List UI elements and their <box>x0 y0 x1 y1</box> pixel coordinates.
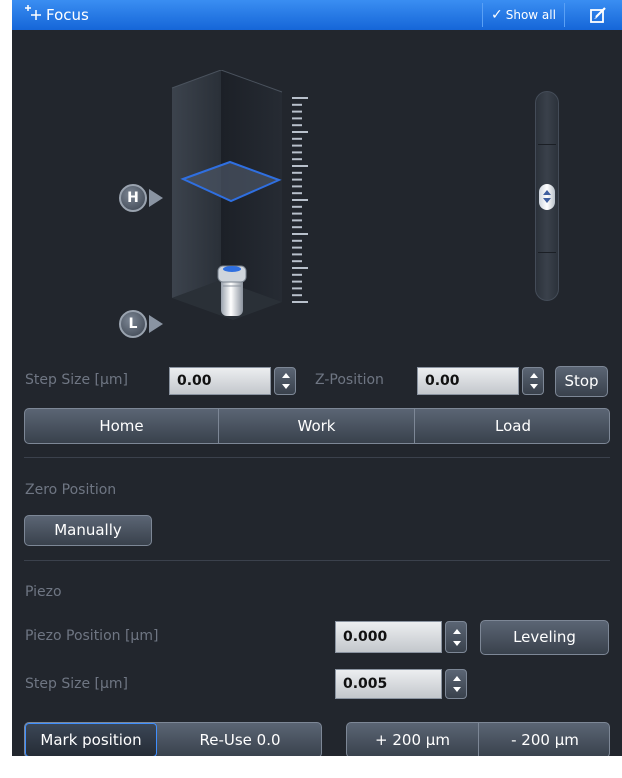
home-button[interactable]: Home <box>25 409 219 443</box>
piezo-step-size-label: Step Size [µm] <box>25 676 128 692</box>
z-position-stepper[interactable] <box>522 367 544 395</box>
checkmark-icon: ✓ <box>491 7 503 23</box>
step-move-group: + 200 µm - 200 µm <box>346 722 610 756</box>
zero-position-heading: Zero Position <box>25 482 117 498</box>
piezo-step-size-field[interactable]: 0.005 <box>335 669 442 699</box>
plus-200-button[interactable]: + 200 µm <box>347 723 479 756</box>
divider <box>24 457 610 458</box>
mark-reuse-group: Mark position Re-Use 0.0 <box>24 722 322 756</box>
piezo-position-stepper[interactable] <box>445 621 467 653</box>
z-position-field[interactable]: 0.00 <box>417 367 519 395</box>
step-size-stepper[interactable] <box>274 367 296 395</box>
focus-scale <box>292 97 308 303</box>
slider-track-divider <box>538 252 556 253</box>
crosshair-plus-icon <box>23 3 43 27</box>
step-size-label: Step Size [µm] <box>25 372 128 388</box>
piezo-position-field[interactable]: 0.000 <box>335 621 442 653</box>
drag-handle-icon[interactable] <box>539 184 555 210</box>
minus-200-button[interactable]: - 200 µm <box>479 723 609 756</box>
focus-panel: Focus ✓ Show all H L Step Size [µm] 0.00… <box>12 0 622 756</box>
objective-icon <box>217 265 247 316</box>
stop-button[interactable]: Stop <box>555 366 608 397</box>
piezo-position-label: Piezo Position [µm] <box>25 628 159 644</box>
z-position-label: Z-Position <box>315 372 384 388</box>
low-marker[interactable]: L <box>119 310 147 338</box>
leveling-button[interactable]: Leveling <box>480 620 609 655</box>
step-size-field[interactable]: 0.00 <box>169 367 271 395</box>
reuse-button[interactable]: Re-Use 0.0 <box>157 723 321 756</box>
stage-slider[interactable] <box>535 91 559 301</box>
show-all-toggle[interactable]: ✓ Show all <box>482 3 565 27</box>
show-all-label: Show all <box>505 8 556 22</box>
piezo-step-size-stepper[interactable] <box>445 669 467 699</box>
position-segmented-control: Home Work Load <box>24 408 610 444</box>
high-marker[interactable]: H <box>119 184 147 212</box>
work-button[interactable]: Work <box>219 409 415 443</box>
low-marker-arrow <box>149 315 163 333</box>
divider <box>24 560 610 561</box>
panel-title: Focus <box>46 6 89 24</box>
manually-button[interactable]: Manually <box>24 515 152 546</box>
high-marker-arrow <box>149 189 163 207</box>
slider-track-divider <box>538 144 556 145</box>
load-button[interactable]: Load <box>415 409 609 443</box>
mark-position-button[interactable]: Mark position <box>25 723 157 756</box>
title-bar: Focus ✓ Show all <box>12 0 622 30</box>
edit-icon[interactable] <box>588 5 608 25</box>
piezo-heading: Piezo <box>25 584 62 600</box>
